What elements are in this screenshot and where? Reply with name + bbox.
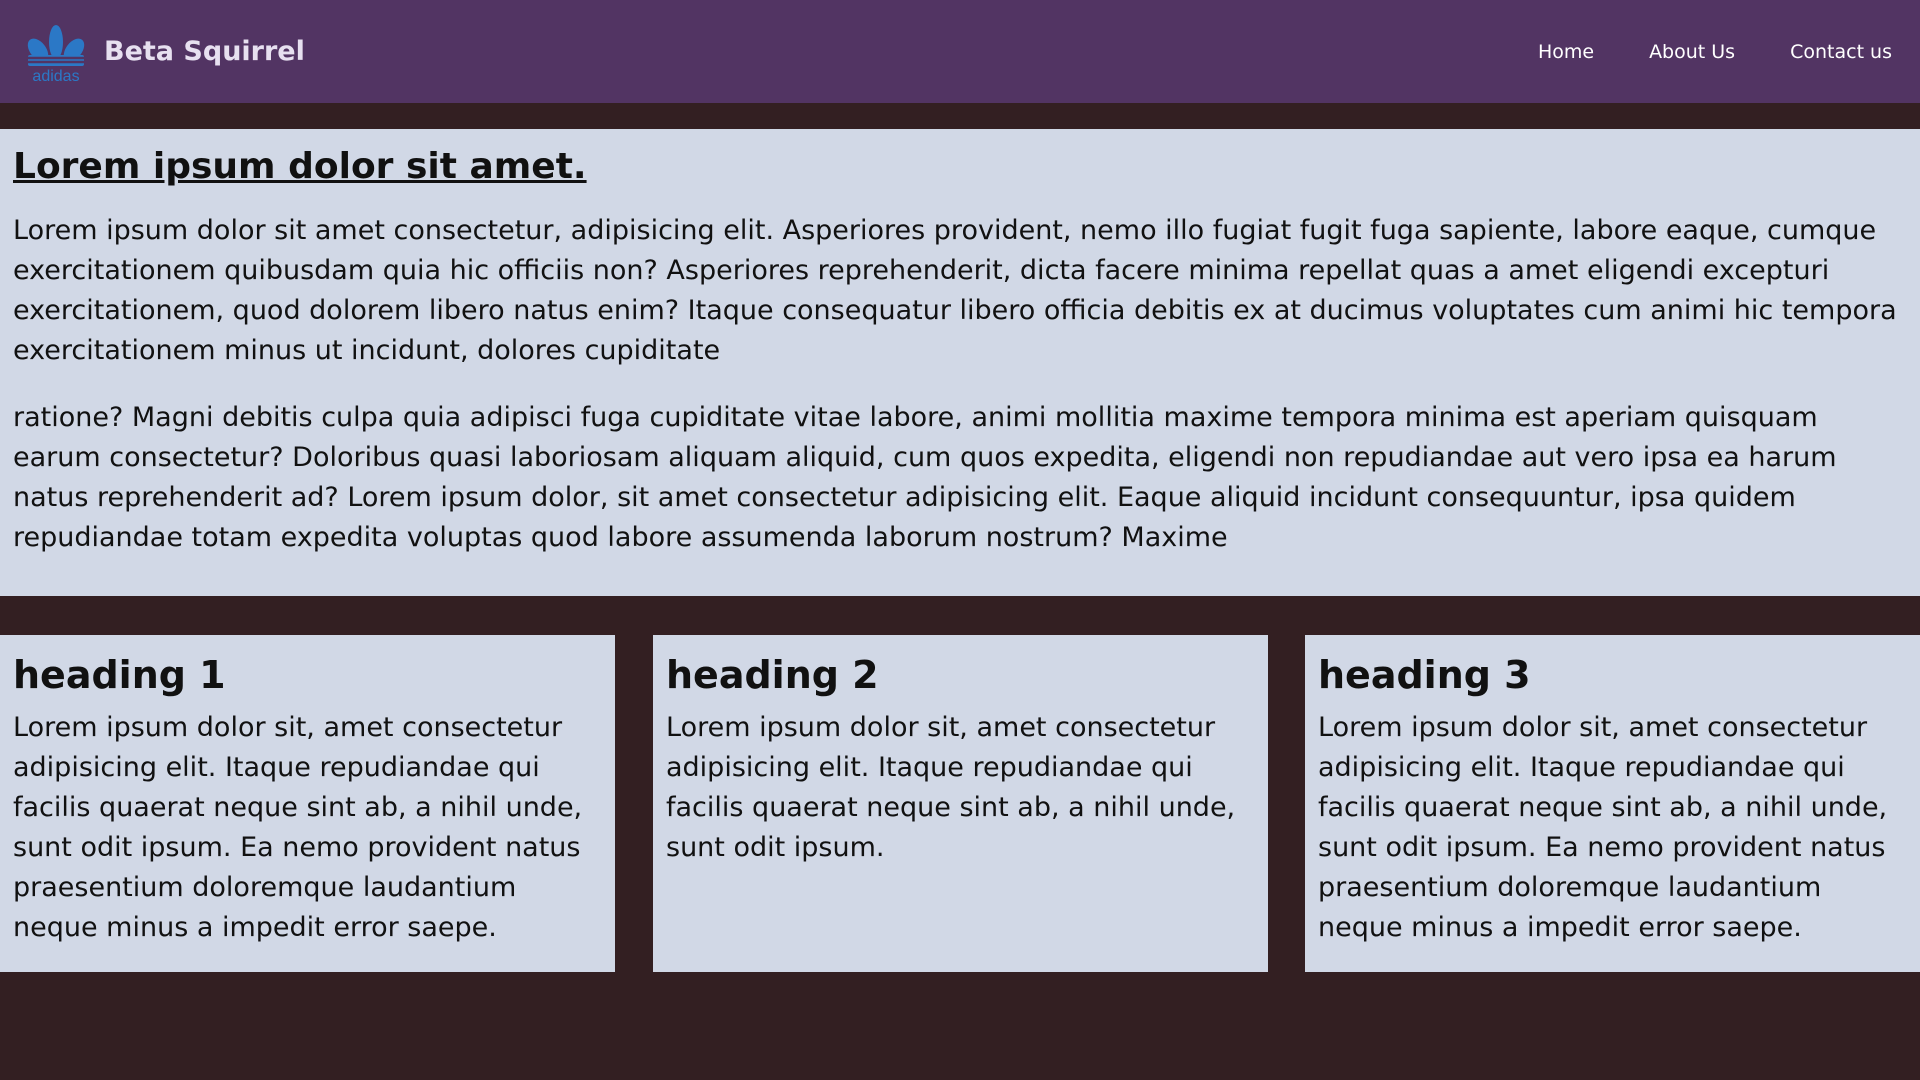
- nav-link-contact-us[interactable]: Contact us: [1790, 41, 1892, 63]
- card-1: heading 1 Lorem ipsum dolor sit, amet co…: [0, 635, 615, 972]
- card-heading-1: heading 1: [13, 653, 226, 697]
- nav-links: Home About Us Contact us: [1483, 41, 1892, 63]
- card-text-2: Lorem ipsum dolor sit, amet consectetur …: [666, 712, 1236, 864]
- svg-text:adidas: adidas: [32, 68, 79, 83]
- main-paragraph-1: Lorem ipsum dolor sit amet consectetur, …: [13, 214, 1897, 366]
- brand[interactable]: adidas Beta Squirrel: [24, 21, 305, 83]
- page-title: Lorem ipsum dolor sit amet.: [13, 146, 587, 187]
- adidas-logo-icon: adidas: [26, 24, 86, 83]
- main-section: Lorem ipsum dolor sit amet. Lorem ipsum …: [0, 129, 1920, 596]
- navbar: adidas Beta Squirrel Home About Us Conta…: [0, 0, 1920, 103]
- brand-name: Beta Squirrel: [104, 36, 305, 67]
- card-2: heading 2 Lorem ipsum dolor sit, amet co…: [653, 635, 1268, 972]
- card-heading-3: heading 3: [1318, 653, 1531, 697]
- card-text-3: Lorem ipsum dolor sit, amet consectetur …: [1318, 712, 1888, 944]
- nav-link-home[interactable]: Home: [1538, 41, 1594, 63]
- nav-link-about-us[interactable]: About Us: [1649, 41, 1735, 63]
- card-heading-2: heading 2: [666, 653, 879, 697]
- card-text-1: Lorem ipsum dolor sit, amet consectetur …: [13, 712, 583, 944]
- main-paragraph-2: ratione? Magni debitis culpa quia adipis…: [13, 401, 1837, 553]
- card-3: heading 3 Lorem ipsum dolor sit, amet co…: [1305, 635, 1920, 972]
